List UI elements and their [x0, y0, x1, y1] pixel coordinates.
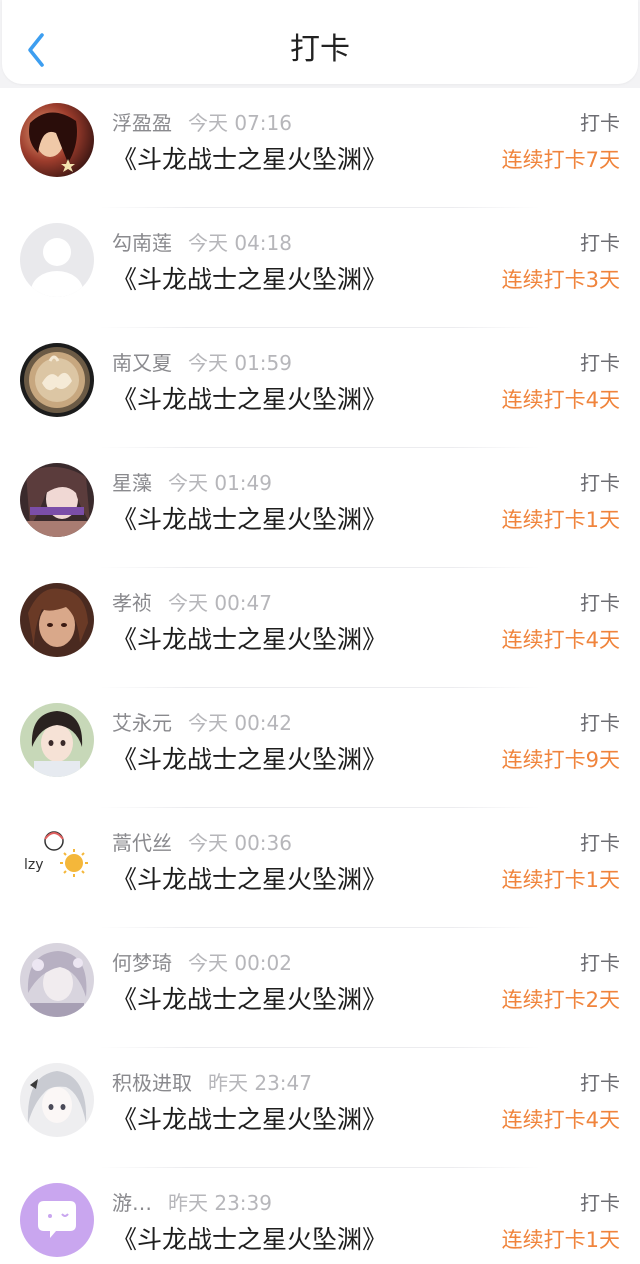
user-meta: 孝祯 今天 00:47	[112, 588, 272, 618]
checkin-time: 今天 04:18	[188, 231, 292, 255]
checkin-time: 昨天 23:39	[168, 1191, 272, 1215]
checkin-time: 今天 07:16	[188, 111, 292, 135]
checkin-action-label: 打卡	[580, 471, 620, 495]
list-item[interactable]: 何梦琦 今天 00:02 《斗龙战士之星火坠渊》 打卡 连续打卡2天	[0, 928, 640, 1048]
list-item[interactable]: 孝祯 今天 00:47 《斗龙战士之星火坠渊》 打卡 连续打卡4天	[0, 568, 640, 688]
book-title[interactable]: 《斗龙战士之星火坠渊》	[112, 1102, 387, 1138]
book-title[interactable]: 《斗龙战士之星火坠渊》	[112, 1222, 387, 1258]
header: 打卡	[0, 0, 640, 88]
user-meta: 游… 昨天 23:39	[112, 1188, 272, 1218]
checkin-action-label: 打卡	[580, 1191, 620, 1215]
avatar[interactable]: lzy	[20, 823, 94, 897]
avatar[interactable]	[20, 1063, 94, 1137]
list-item[interactable]: 南又夏 今天 01:59 《斗龙战士之星火坠渊》 打卡 连续打卡4天	[0, 328, 640, 448]
book-title[interactable]: 《斗龙战士之星火坠渊》	[112, 982, 387, 1018]
checkin-action-label: 打卡	[580, 1071, 620, 1095]
avatar[interactable]	[20, 343, 94, 417]
avatar[interactable]	[20, 583, 94, 657]
header-bar: 打卡	[2, 0, 638, 84]
checkin-time: 昨天 23:47	[208, 1071, 312, 1095]
user-meta: 勾南莲 今天 04:18	[112, 228, 292, 258]
user-name[interactable]: 星藻	[112, 471, 152, 495]
avatar[interactable]	[20, 1183, 94, 1257]
user-meta: 南又夏 今天 01:59	[112, 348, 292, 378]
checkin-action-label: 打卡	[580, 951, 620, 975]
streak-badge: 连续打卡4天	[501, 628, 620, 652]
user-name[interactable]: 蒿代丝	[112, 831, 172, 855]
streak-badge: 连续打卡1天	[501, 868, 620, 892]
list-item[interactable]: 浮盈盈 今天 07:16 《斗龙战士之星火坠渊》 打卡 连续打卡7天	[0, 88, 640, 208]
user-name[interactable]: 何梦琦	[112, 951, 172, 975]
checkin-time: 今天 00:36	[188, 831, 292, 855]
list-item[interactable]: 星藻 今天 01:49 《斗龙战士之星火坠渊》 打卡 连续打卡1天	[0, 448, 640, 568]
avatar[interactable]	[20, 703, 94, 777]
list-item[interactable]: 积极进取 昨天 23:47 《斗龙战士之星火坠渊》 打卡 连续打卡4天	[0, 1048, 640, 1168]
streak-badge: 连续打卡1天	[501, 508, 620, 532]
list-item[interactable]: 艾永元 今天 00:42 《斗龙战士之星火坠渊》 打卡 连续打卡9天	[0, 688, 640, 808]
streak-badge: 连续打卡4天	[501, 388, 620, 412]
user-name[interactable]: 游…	[112, 1191, 152, 1215]
streak-badge: 连续打卡7天	[501, 148, 620, 172]
avatar[interactable]	[20, 463, 94, 537]
list-item[interactable]: 游… 昨天 23:39 《斗龙战士之星火坠渊》 打卡 连续打卡1天	[0, 1168, 640, 1264]
user-name[interactable]: 积极进取	[112, 1071, 192, 1095]
checkin-action-label: 打卡	[580, 831, 620, 855]
chat-bubble-icon	[20, 1183, 94, 1257]
checkin-list: 浮盈盈 今天 07:16 《斗龙战士之星火坠渊》 打卡 连续打卡7天 勾南莲 今天 …	[0, 88, 640, 1264]
avatar[interactable]	[20, 943, 94, 1017]
checkin-time: 今天 00:42	[188, 711, 292, 735]
user-name[interactable]: 艾永元	[112, 711, 172, 735]
book-title[interactable]: 《斗龙战士之星火坠渊》	[112, 742, 387, 778]
checkin-time: 今天 00:02	[188, 951, 292, 975]
user-meta: 浮盈盈 今天 07:16	[112, 108, 292, 138]
checkin-action-label: 打卡	[580, 351, 620, 375]
user-name[interactable]: 孝祯	[112, 591, 152, 615]
list-item[interactable]: lzy 蒿代丝 今天 00:36 《斗龙战士之星火坠渊》 打卡 连续打卡1天	[0, 808, 640, 928]
book-title[interactable]: 《斗龙战士之星火坠渊》	[112, 382, 387, 418]
user-name[interactable]: 南又夏	[112, 351, 172, 375]
checkin-action-label: 打卡	[580, 591, 620, 615]
streak-badge: 连续打卡1天	[501, 1228, 620, 1252]
list-item[interactable]: 勾南莲 今天 04:18 《斗龙战士之星火坠渊》 打卡 连续打卡3天	[0, 208, 640, 328]
checkin-action-label: 打卡	[580, 711, 620, 735]
page-title: 打卡	[290, 32, 350, 67]
checkin-time: 今天 00:47	[168, 591, 272, 615]
user-name[interactable]: 勾南莲	[112, 231, 172, 255]
user-meta: 积极进取 昨天 23:47	[112, 1068, 312, 1098]
book-title[interactable]: 《斗龙战士之星火坠渊》	[112, 502, 387, 538]
book-title[interactable]: 《斗龙战士之星火坠渊》	[112, 262, 387, 298]
streak-badge: 连续打卡4天	[501, 1108, 620, 1132]
avatar[interactable]	[20, 223, 94, 297]
user-meta: 艾永元 今天 00:42	[112, 708, 292, 738]
checkin-time: 今天 01:59	[188, 351, 292, 375]
checkin-page: 打卡 浮盈盈 今天 07:16 《斗龙战士之星火坠渊》 打卡 连续打卡7天 勾南…	[0, 0, 640, 1264]
streak-badge: 连续打卡3天	[501, 268, 620, 292]
user-meta: 何梦琦 今天 00:02	[112, 948, 292, 978]
book-title[interactable]: 《斗龙战士之星火坠渊》	[112, 142, 387, 178]
checkin-action-label: 打卡	[580, 231, 620, 255]
user-meta: 蒿代丝 今天 00:36	[112, 828, 292, 858]
book-title[interactable]: 《斗龙战士之星火坠渊》	[112, 862, 387, 898]
streak-badge: 连续打卡2天	[501, 988, 620, 1012]
checkin-time: 今天 01:49	[168, 471, 272, 495]
checkin-action-label: 打卡	[580, 111, 620, 135]
book-title[interactable]: 《斗龙战士之星火坠渊》	[112, 622, 387, 658]
streak-badge: 连续打卡9天	[501, 748, 620, 772]
user-meta: 星藻 今天 01:49	[112, 468, 272, 498]
avatar[interactable]	[20, 103, 94, 177]
user-name[interactable]: 浮盈盈	[112, 111, 172, 135]
svg-text:lzy: lzy	[24, 857, 44, 873]
